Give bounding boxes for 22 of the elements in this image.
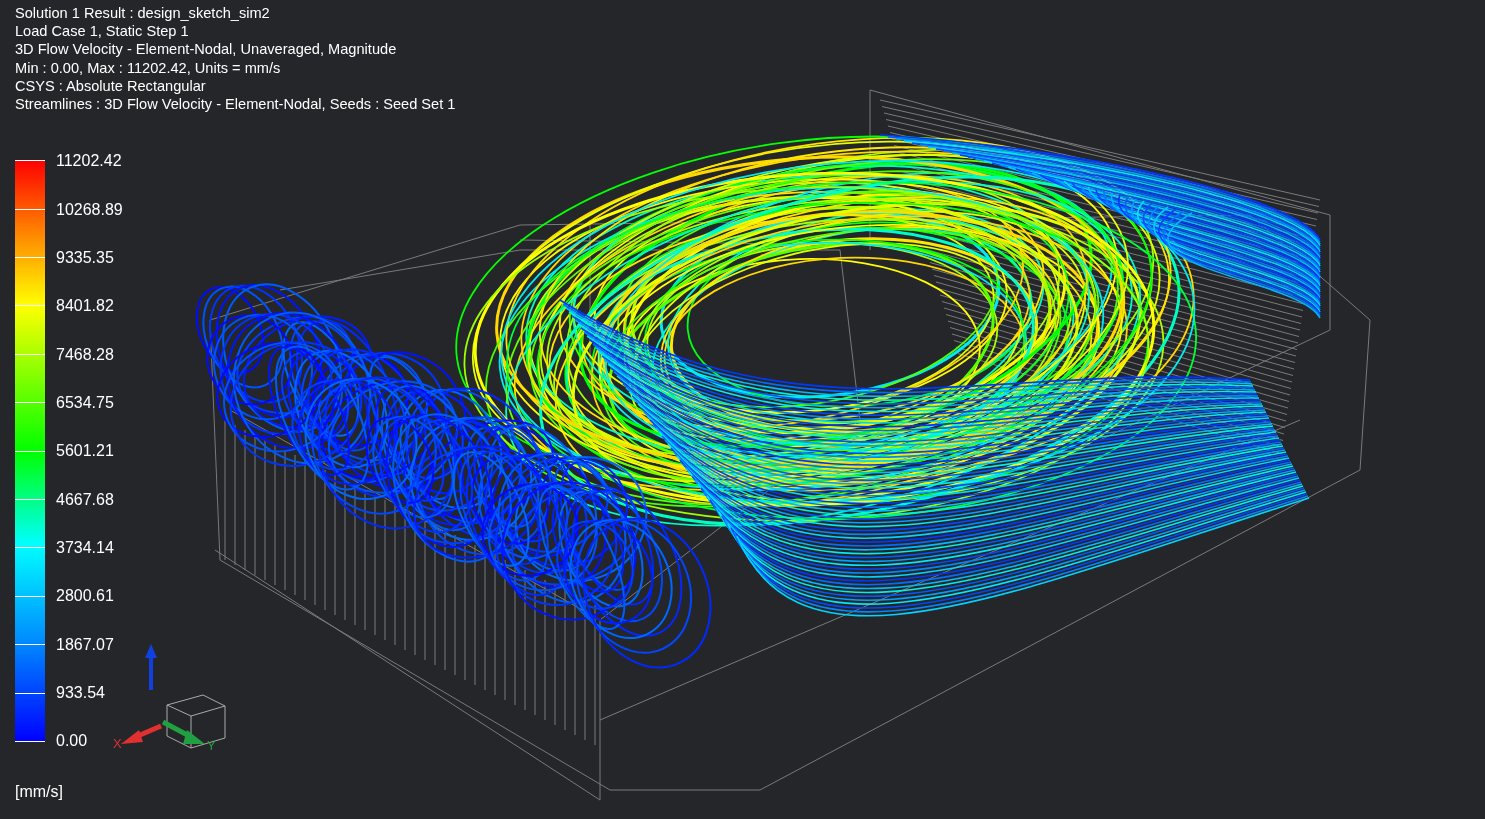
- legend-value: 11202.42: [56, 153, 122, 170]
- legend-value: 0.00: [56, 733, 88, 750]
- legend-value: 9335.35: [56, 249, 114, 266]
- legend-value: 7468.28: [56, 346, 114, 363]
- legend-value: 4667.68: [56, 491, 114, 508]
- axis-label: Y: [207, 738, 216, 753]
- legend-value: 3734.14: [56, 539, 114, 556]
- result-info-line: Streamlines : 3D Flow Velocity - Element-Nodal, Seeds : Seed Set 1: [15, 95, 456, 114]
- legend-value: 6534.75: [56, 394, 114, 411]
- result-info-line: 3D Flow Velocity - Element-Nodal, Unaveraged, Magnitude: [15, 40, 397, 59]
- axis-label: X: [113, 736, 122, 751]
- legend-value: 2800.61: [56, 588, 114, 605]
- legend-value: 1867.07: [56, 636, 114, 653]
- result-info-line: Load Case 1, Static Step 1: [15, 22, 189, 41]
- result-info-line: CSYS : Absolute Rectangular: [15, 76, 206, 95]
- legend-value: 10268.89: [56, 201, 123, 218]
- legend-value: 8401.82: [56, 298, 114, 315]
- result-info-line: Solution 1 Result : design_sketch_sim2: [15, 4, 270, 23]
- legend-value: 933.54: [56, 684, 105, 701]
- legend-value: 5601.21: [56, 443, 114, 460]
- units-label: [mm/s]: [15, 783, 63, 802]
- result-info-line: Min : 0.00, Max : 11202.42, Units = mm/s: [15, 58, 281, 77]
